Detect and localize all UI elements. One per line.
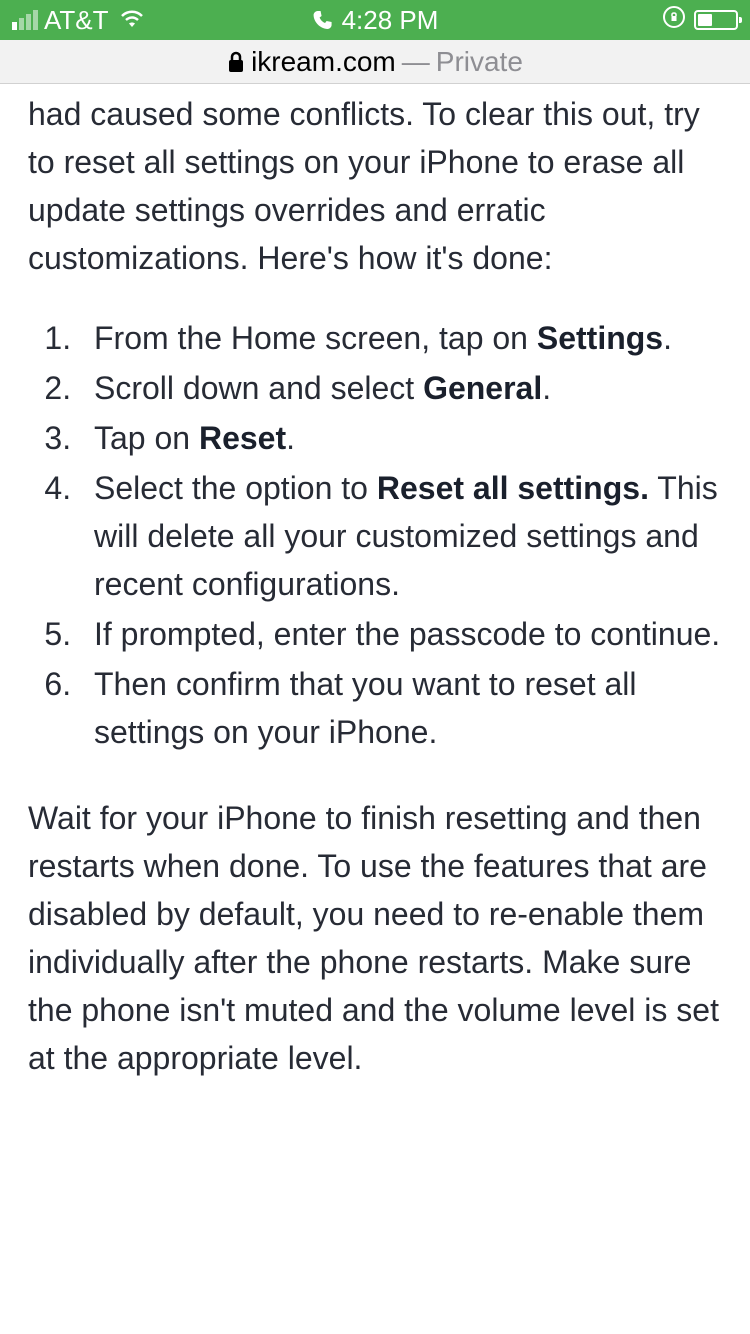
list-item: Tap on Reset. — [80, 414, 722, 462]
status-bar: AT&T 4:28 PM — [0, 0, 750, 40]
url-separator: — — [402, 46, 430, 78]
article-content[interactable]: had caused some conflicts. To clear this… — [0, 84, 750, 1082]
step-prefix: If prompted, enter the passcode to conti… — [94, 616, 720, 652]
time-label: 4:28 PM — [342, 5, 439, 36]
list-item: Then confirm that you want to reset all … — [80, 660, 722, 756]
list-item: From the Home screen, tap on Settings. — [80, 314, 722, 362]
step-prefix: Scroll down and select — [94, 370, 423, 406]
step-prefix: Tap on — [94, 420, 199, 456]
list-item: Select the option to Reset all settings.… — [80, 464, 722, 608]
outro-paragraph: Wait for your iPhone to finish resetting… — [28, 794, 722, 1082]
battery-icon — [694, 10, 738, 30]
url-bar[interactable]: ikream.com — Private — [0, 40, 750, 84]
orientation-lock-icon — [662, 5, 686, 36]
status-left: AT&T — [12, 5, 145, 36]
step-prefix: From the Home screen, tap on — [94, 320, 537, 356]
step-bold: Settings — [537, 320, 663, 356]
step-bold: Reset all settings. — [377, 470, 649, 506]
status-center: 4:28 PM — [312, 5, 439, 36]
status-right — [662, 5, 738, 36]
step-prefix: Then confirm that you want to reset all … — [94, 666, 636, 750]
carrier-label: AT&T — [44, 5, 109, 36]
step-prefix: Select the option to — [94, 470, 377, 506]
lock-icon — [227, 51, 245, 73]
step-suffix: . — [286, 420, 295, 456]
steps-list: From the Home screen, tap on Settings. S… — [28, 314, 722, 756]
domain-label: ikream.com — [251, 46, 396, 78]
list-item: If prompted, enter the passcode to conti… — [80, 610, 722, 658]
step-bold: General — [423, 370, 542, 406]
wifi-icon — [119, 5, 145, 36]
step-bold: Reset — [199, 420, 286, 456]
intro-paragraph: had caused some conflicts. To clear this… — [28, 90, 722, 282]
phone-icon — [312, 9, 334, 31]
step-suffix: . — [663, 320, 672, 356]
signal-icon — [12, 10, 38, 30]
list-item: Scroll down and select General. — [80, 364, 722, 412]
private-mode-label: Private — [436, 46, 523, 78]
step-suffix: . — [542, 370, 551, 406]
